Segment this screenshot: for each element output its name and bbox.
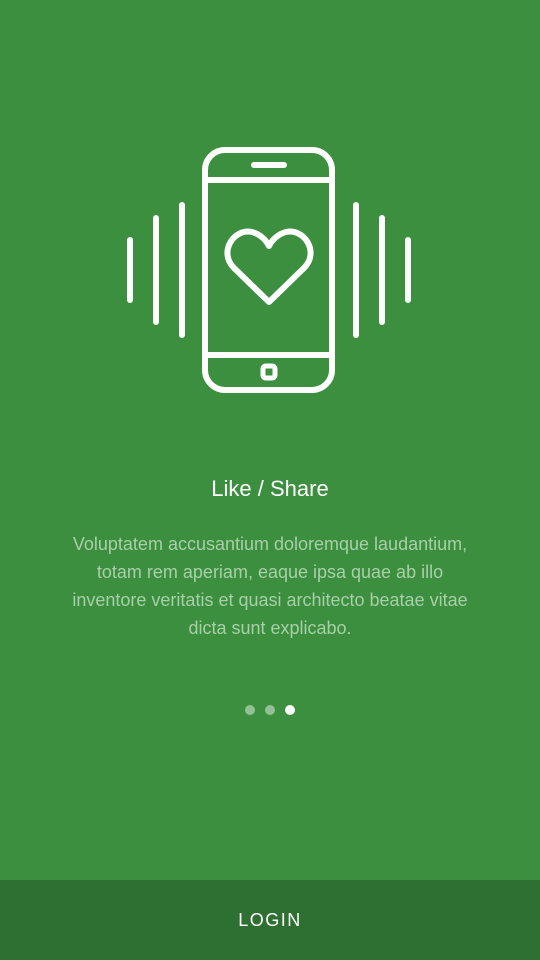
phone-home-button xyxy=(260,363,278,381)
login-button[interactable]: LOGIN xyxy=(0,880,540,960)
onboarding-screen: Like / Share Voluptatem accusantium dolo… xyxy=(0,0,540,960)
onboarding-description: Voluptatem accusantium doloremque laudan… xyxy=(72,534,468,638)
page-indicator xyxy=(0,705,540,715)
phone-heart-vibrate-icon xyxy=(127,147,411,393)
login-button-label: LOGIN xyxy=(238,909,302,930)
page-indicator-dot-3-active[interactable] xyxy=(285,705,295,715)
page-indicator-dot-2[interactable] xyxy=(265,705,275,715)
onboarding-title: Like / Share xyxy=(211,476,329,501)
page-indicator-dot-1[interactable] xyxy=(245,705,255,715)
heart-icon xyxy=(224,228,314,305)
